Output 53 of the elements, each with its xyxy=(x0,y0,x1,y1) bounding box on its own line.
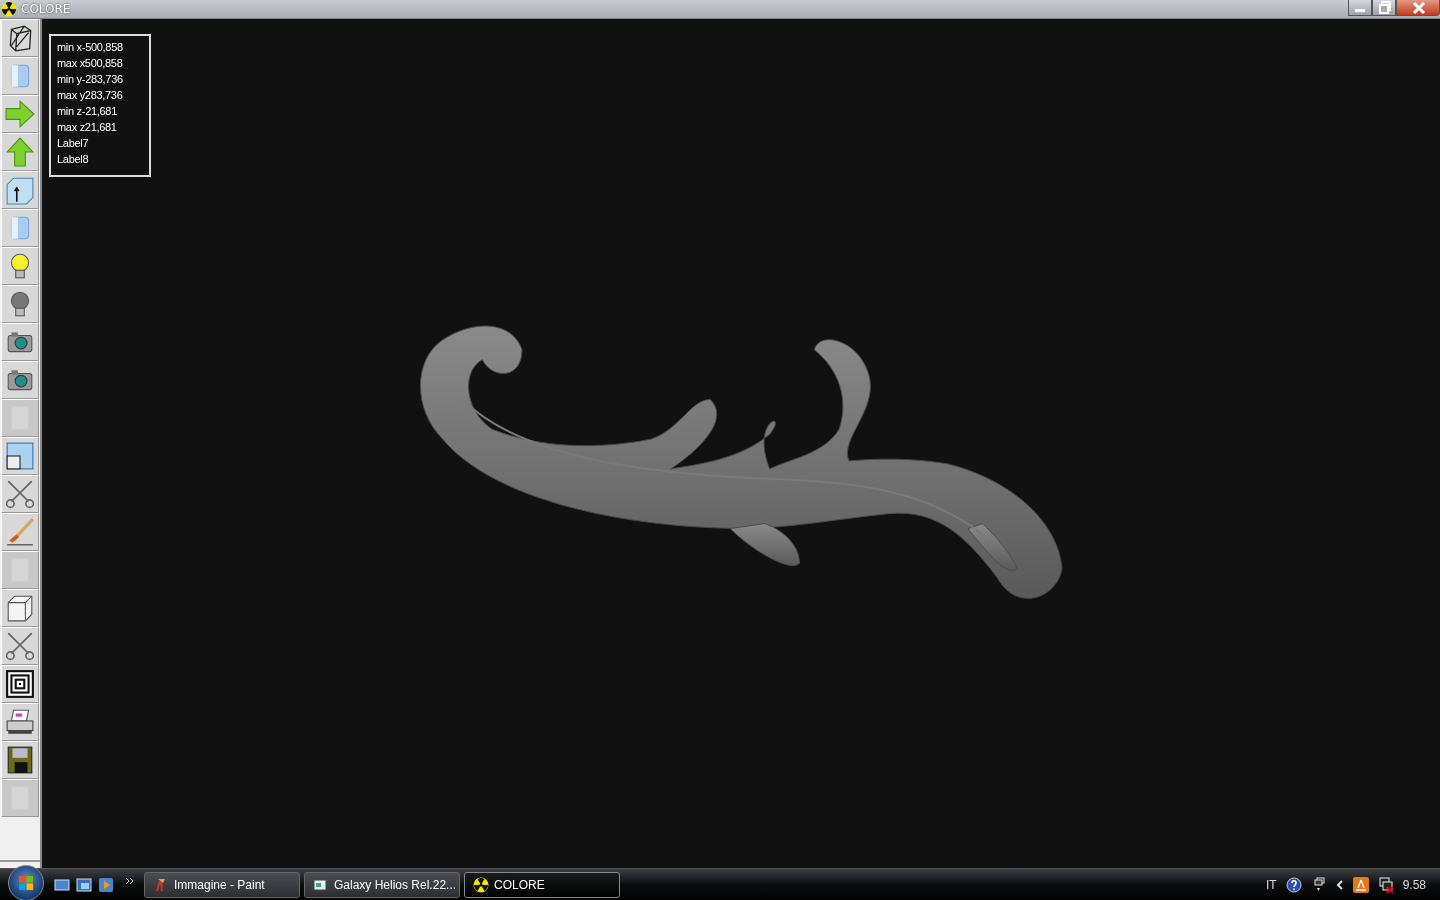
language-indicator[interactable]: IT xyxy=(1265,878,1277,892)
network-disconnected-icon[interactable] xyxy=(1377,877,1394,893)
restore-button[interactable] xyxy=(1372,0,1396,16)
clock[interactable]: 9.58 xyxy=(1402,878,1426,892)
concentric-squares-icon xyxy=(5,669,35,699)
scissors-icon xyxy=(5,479,35,509)
info-label: min y-283,736 xyxy=(57,72,124,87)
radiation-icon xyxy=(473,877,489,893)
arrow-up-icon xyxy=(5,137,35,167)
info-label: max y283,736 xyxy=(57,88,124,103)
scissors-icon xyxy=(5,631,35,661)
info-label: min x-500,858 xyxy=(57,40,124,55)
app-logo-icon xyxy=(1,1,17,17)
start-button[interactable] xyxy=(8,865,44,900)
help-icon[interactable] xyxy=(1285,877,1302,893)
desktop-icon xyxy=(54,877,70,893)
windows-stack-icon xyxy=(76,877,92,893)
info-label: min z-21,681 xyxy=(57,104,118,119)
show-desktop-button[interactable] xyxy=(54,877,70,893)
info-label: Label7 xyxy=(57,136,90,151)
double-chevron-icon xyxy=(126,877,134,885)
window-icon xyxy=(5,441,35,471)
close-icon xyxy=(1410,0,1427,16)
info-label: max x500,858 xyxy=(57,56,124,71)
window-title: COLORE xyxy=(21,2,72,16)
media-player-button[interactable] xyxy=(98,877,114,893)
cube-icon xyxy=(5,593,35,623)
minimize-button[interactable] xyxy=(1348,0,1372,16)
taskbar-button[interactable]: COLORE xyxy=(464,872,620,898)
minimize-icon xyxy=(1355,9,1365,12)
toolbar-button[interactable] xyxy=(1,741,39,779)
toolbar-button[interactable] xyxy=(1,361,39,399)
taskbar-button[interactable]: Immagine - Paint xyxy=(144,872,300,898)
printer-icon xyxy=(5,707,35,737)
box-arrow-icon xyxy=(5,175,35,205)
close-button[interactable] xyxy=(1396,0,1440,16)
chevron-left-icon[interactable] xyxy=(1335,879,1344,891)
taskbar-button[interactable]: Galaxy Helios Rel.22... xyxy=(304,872,460,898)
info-label: max z21,681 xyxy=(57,120,118,135)
windows-logo-icon xyxy=(18,875,34,891)
arrow-right-icon xyxy=(5,99,35,129)
info-label: Label8 xyxy=(57,152,90,167)
toolbar-button[interactable] xyxy=(1,285,39,323)
toolbar-button[interactable] xyxy=(1,19,39,57)
toolbar-button[interactable] xyxy=(1,589,39,627)
play-icon xyxy=(98,877,114,893)
restore-icon xyxy=(1376,0,1393,16)
window-icon xyxy=(313,877,329,893)
switch-windows-button[interactable] xyxy=(76,877,92,893)
app-tray-icon[interactable] xyxy=(1352,877,1369,893)
toolbar-button[interactable] xyxy=(1,703,39,741)
toolbar-button[interactable] xyxy=(1,665,39,703)
toolbar-button[interactable] xyxy=(1,323,39,361)
